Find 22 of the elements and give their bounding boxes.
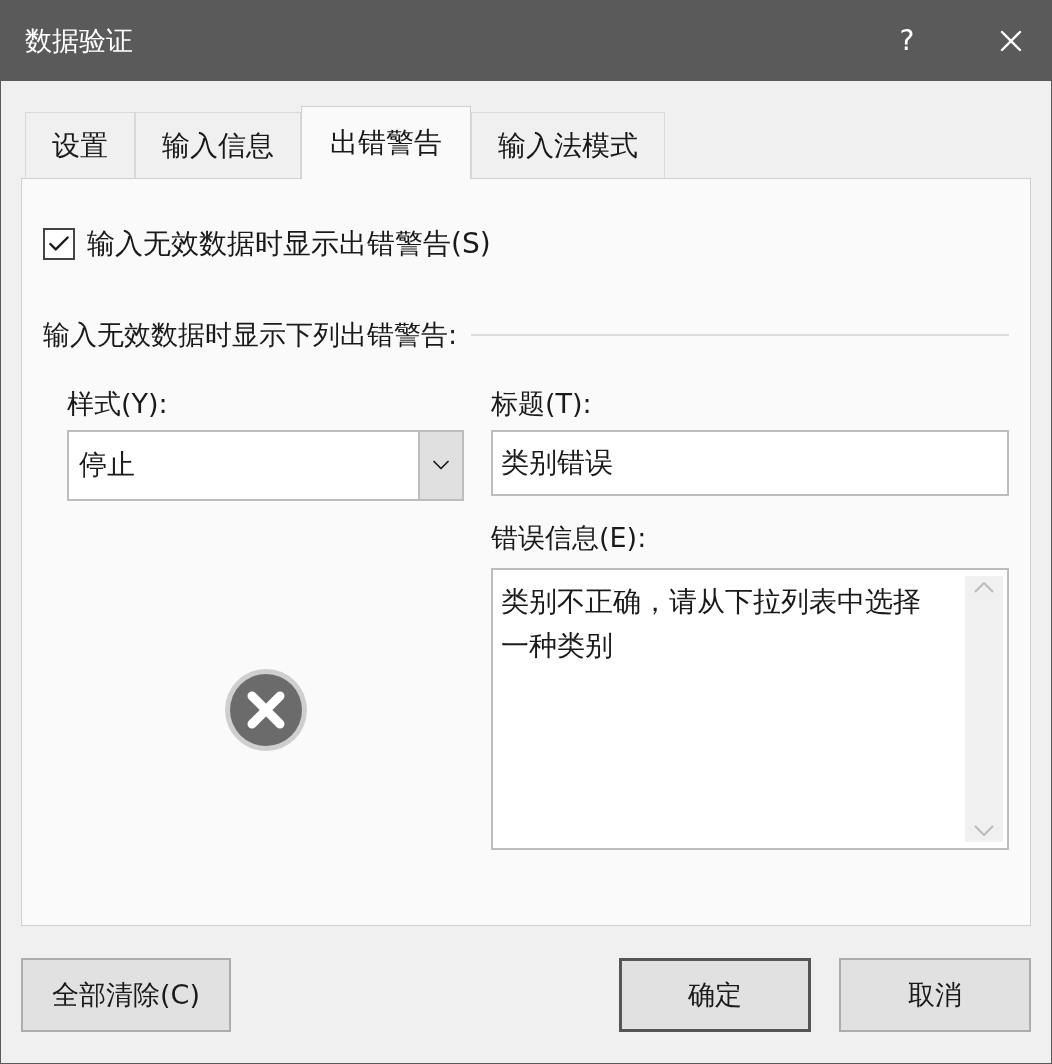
field-label: 标题(T): xyxy=(491,386,593,420)
tab[interactable]: 设置 xyxy=(25,112,135,178)
tab[interactable]: 输入法模式 xyxy=(471,112,665,178)
scrollbar[interactable] xyxy=(965,575,1003,842)
title-field[interactable]: 类别错误 xyxy=(491,429,1009,496)
checkbox-label: 输入无效数据时显示出错警告(S) xyxy=(87,226,491,262)
error-icon xyxy=(222,666,309,753)
field-label: 样式(Y): xyxy=(67,386,169,420)
window-title: 数据验证 xyxy=(25,23,134,58)
tab[interactable]: 输入信息 xyxy=(135,112,301,178)
scroll-up-icon xyxy=(974,581,994,593)
tab[interactable]: 出错警告 xyxy=(301,106,471,179)
clear-all-button[interactable]: 全部清除(C) xyxy=(21,958,231,1032)
dialog-button[interactable]: 确定 xyxy=(619,958,811,1032)
scroll-down-icon xyxy=(974,824,994,836)
field-label: 错误信息(E): xyxy=(491,520,648,554)
section-label: 输入无效数据时显示下列出错警告: xyxy=(43,318,458,352)
checkbox[interactable] xyxy=(43,228,75,260)
help-button[interactable]: ? xyxy=(877,11,937,71)
dialog-button[interactable]: 取消 xyxy=(839,958,1031,1032)
message-field[interactable]: 类别不正确，请从下拉列表中选择一种类别 xyxy=(491,567,1009,850)
style-dropdown[interactable]: 停止 xyxy=(67,429,464,501)
